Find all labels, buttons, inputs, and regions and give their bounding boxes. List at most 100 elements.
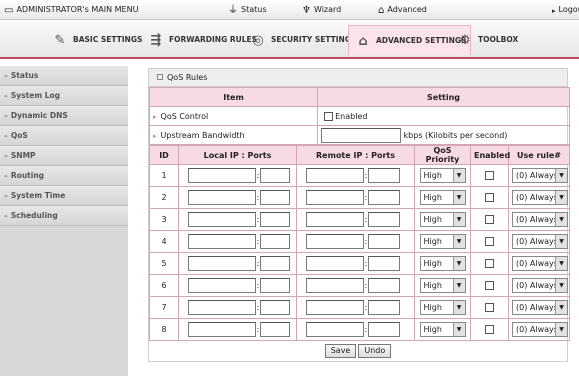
security-icon: ◎ xyxy=(252,33,264,48)
use-rule-select[interactable]: (0) Always ▼ xyxy=(512,168,568,183)
local-ip-cell: : xyxy=(178,318,297,341)
local-ip-input[interactable] xyxy=(188,300,256,315)
local-port-input[interactable] xyxy=(260,322,290,337)
remote-ip-input[interactable] xyxy=(306,256,364,271)
qos-priority-select[interactable]: High ▼ xyxy=(419,322,466,337)
remote-port-input[interactable] xyxy=(368,212,400,227)
remote-ip-input[interactable] xyxy=(306,190,364,205)
use-rule-select[interactable]: (0) Always ▼ xyxy=(512,256,568,271)
remote-port-input[interactable] xyxy=(368,234,400,249)
upstream-label: Upstream Bandwidth xyxy=(160,130,245,140)
sidebar-item-routing[interactable]: » Routing xyxy=(0,166,128,186)
rule-enabled-checkbox[interactable] xyxy=(485,281,494,290)
remote-ip-input[interactable] xyxy=(306,212,364,227)
advanced-link[interactable]: ⌂ Advanced xyxy=(378,0,427,20)
sidebar-item-qos[interactable]: » QoS xyxy=(0,126,128,146)
rule-enabled-checkbox[interactable] xyxy=(485,193,494,202)
remote-port-input[interactable] xyxy=(368,300,400,315)
use-rule-select[interactable]: (0) Always ▼ xyxy=(512,190,568,205)
qos-priority-select[interactable]: High ▼ xyxy=(419,168,466,183)
rule-enabled-checkbox[interactable] xyxy=(485,259,494,268)
remote-ip-input[interactable] xyxy=(306,300,364,315)
use-rule-select[interactable]: (0) Always ▼ xyxy=(512,278,568,293)
priority-cell: High ▼ xyxy=(414,164,471,187)
rule-enabled-checkbox[interactable] xyxy=(485,171,494,180)
local-port-input[interactable] xyxy=(260,168,290,183)
use-rule-select[interactable]: (0) Always ▼ xyxy=(512,300,568,315)
local-port-input[interactable] xyxy=(260,256,290,271)
use-rule-value: (0) Always xyxy=(516,171,558,180)
sidebar-item-dynamic-dns[interactable]: » Dynamic DNS xyxy=(0,106,128,126)
remote-port-input[interactable] xyxy=(368,190,400,205)
local-ip-input[interactable] xyxy=(188,322,256,337)
qos-priority-select[interactable]: High ▼ xyxy=(419,234,466,249)
local-ip-input[interactable] xyxy=(188,278,256,293)
tab-forwarding-rules[interactable]: ⇶ FORWARDING RULES xyxy=(146,25,257,55)
qos-enabled-checkbox[interactable] xyxy=(323,111,333,121)
use-rule-select[interactable]: (0) Always ▼ xyxy=(512,322,568,337)
local-port-input[interactable] xyxy=(260,212,290,227)
sidebar-item-system-log[interactable]: » System Log xyxy=(0,86,128,106)
rule-id: 4 xyxy=(149,230,179,253)
button-bar: Save Undo xyxy=(149,341,567,361)
remote-ip-input[interactable] xyxy=(306,278,364,293)
wizard-link[interactable]: ♆ Wizard xyxy=(302,0,341,20)
local-ip-input[interactable] xyxy=(188,190,256,205)
undo-button[interactable]: Undo xyxy=(358,344,392,358)
tab-label: BASIC SETTINGS xyxy=(73,35,143,44)
use-rule-cell: (0) Always ▼ xyxy=(508,296,570,319)
logout-link[interactable]: ▸Logout xyxy=(552,0,579,20)
qos-priority-select[interactable]: High ▼ xyxy=(419,278,466,293)
upstream-bandwidth-input[interactable] xyxy=(321,127,401,143)
remote-ip-input[interactable] xyxy=(306,168,364,183)
save-button[interactable]: Save xyxy=(324,344,357,358)
remote-port-input[interactable] xyxy=(368,256,400,271)
sidebar-item-status[interactable]: » Status xyxy=(0,66,128,86)
chevron-down-icon: ▼ xyxy=(555,213,567,226)
sidebar-item-snmp[interactable]: » SNMP xyxy=(0,146,128,166)
sidebar-item-label: SNMP xyxy=(10,151,36,160)
remote-port-input[interactable] xyxy=(368,278,400,293)
qos-priority-select[interactable]: High ▼ xyxy=(419,212,466,227)
tab-advanced-settings[interactable]: ⌂ ADVANCED SETTINGS xyxy=(348,25,472,55)
chevron-down-icon: ▼ xyxy=(555,279,567,292)
qos-priority-select[interactable]: High ▼ xyxy=(419,190,466,205)
local-port-input[interactable] xyxy=(260,278,290,293)
local-ip-input[interactable] xyxy=(188,256,256,271)
tab-label: TOOLBOX xyxy=(478,35,519,44)
local-ip-input[interactable] xyxy=(188,234,256,249)
local-port-input[interactable] xyxy=(260,300,290,315)
qos-control-setting: Enabled xyxy=(317,106,570,126)
tab-toolbox[interactable]: ⚙ TOOLBOX xyxy=(455,25,518,55)
sidebar-item-label: System Time xyxy=(10,191,66,200)
sidebar-item-scheduling[interactable]: » Scheduling xyxy=(0,206,128,226)
main-menu-title[interactable]: ▭ ADMINISTRATOR's MAIN MENU xyxy=(4,0,138,20)
use-rule-select[interactable]: (0) Always ▼ xyxy=(512,212,568,227)
qos-control-cell: ▸ QoS Control xyxy=(149,106,318,126)
status-link[interactable]: ⏚ Status xyxy=(228,0,267,20)
chevron-down-icon: ▼ xyxy=(452,169,465,182)
tab-basic-settings[interactable]: ✎ BASIC SETTINGS xyxy=(50,25,143,55)
priority-cell: High ▼ xyxy=(414,230,471,253)
bullet-icon: » xyxy=(4,113,8,120)
local-port-input[interactable] xyxy=(260,234,290,249)
rule-enabled-checkbox[interactable] xyxy=(485,325,494,334)
qos-rules-table: ID Local IP : Ports Remote IP : Ports Qo… xyxy=(149,145,570,341)
remote-port-input[interactable] xyxy=(368,322,400,337)
rule-enabled-checkbox[interactable] xyxy=(485,303,494,312)
use-rule-select[interactable]: (0) Always ▼ xyxy=(512,234,568,249)
local-ip-input[interactable] xyxy=(188,168,256,183)
chevron-down-icon: ▼ xyxy=(555,169,567,182)
local-ip-input[interactable] xyxy=(188,212,256,227)
local-port-input[interactable] xyxy=(260,190,290,205)
tab-security-settings[interactable]: ◎ SECURITY SETTINGS xyxy=(248,25,356,55)
qos-priority-select[interactable]: High ▼ xyxy=(419,300,466,315)
remote-ip-input[interactable] xyxy=(306,322,364,337)
qos-priority-select[interactable]: High ▼ xyxy=(419,256,466,271)
sidebar-item-system-time[interactable]: » System Time xyxy=(0,186,128,206)
use-rule-value: (0) Always xyxy=(516,281,558,290)
remote-ip-input[interactable] xyxy=(306,234,364,249)
rule-enabled-checkbox[interactable] xyxy=(485,215,494,224)
remote-port-input[interactable] xyxy=(368,168,400,183)
rule-enabled-checkbox[interactable] xyxy=(485,237,494,246)
